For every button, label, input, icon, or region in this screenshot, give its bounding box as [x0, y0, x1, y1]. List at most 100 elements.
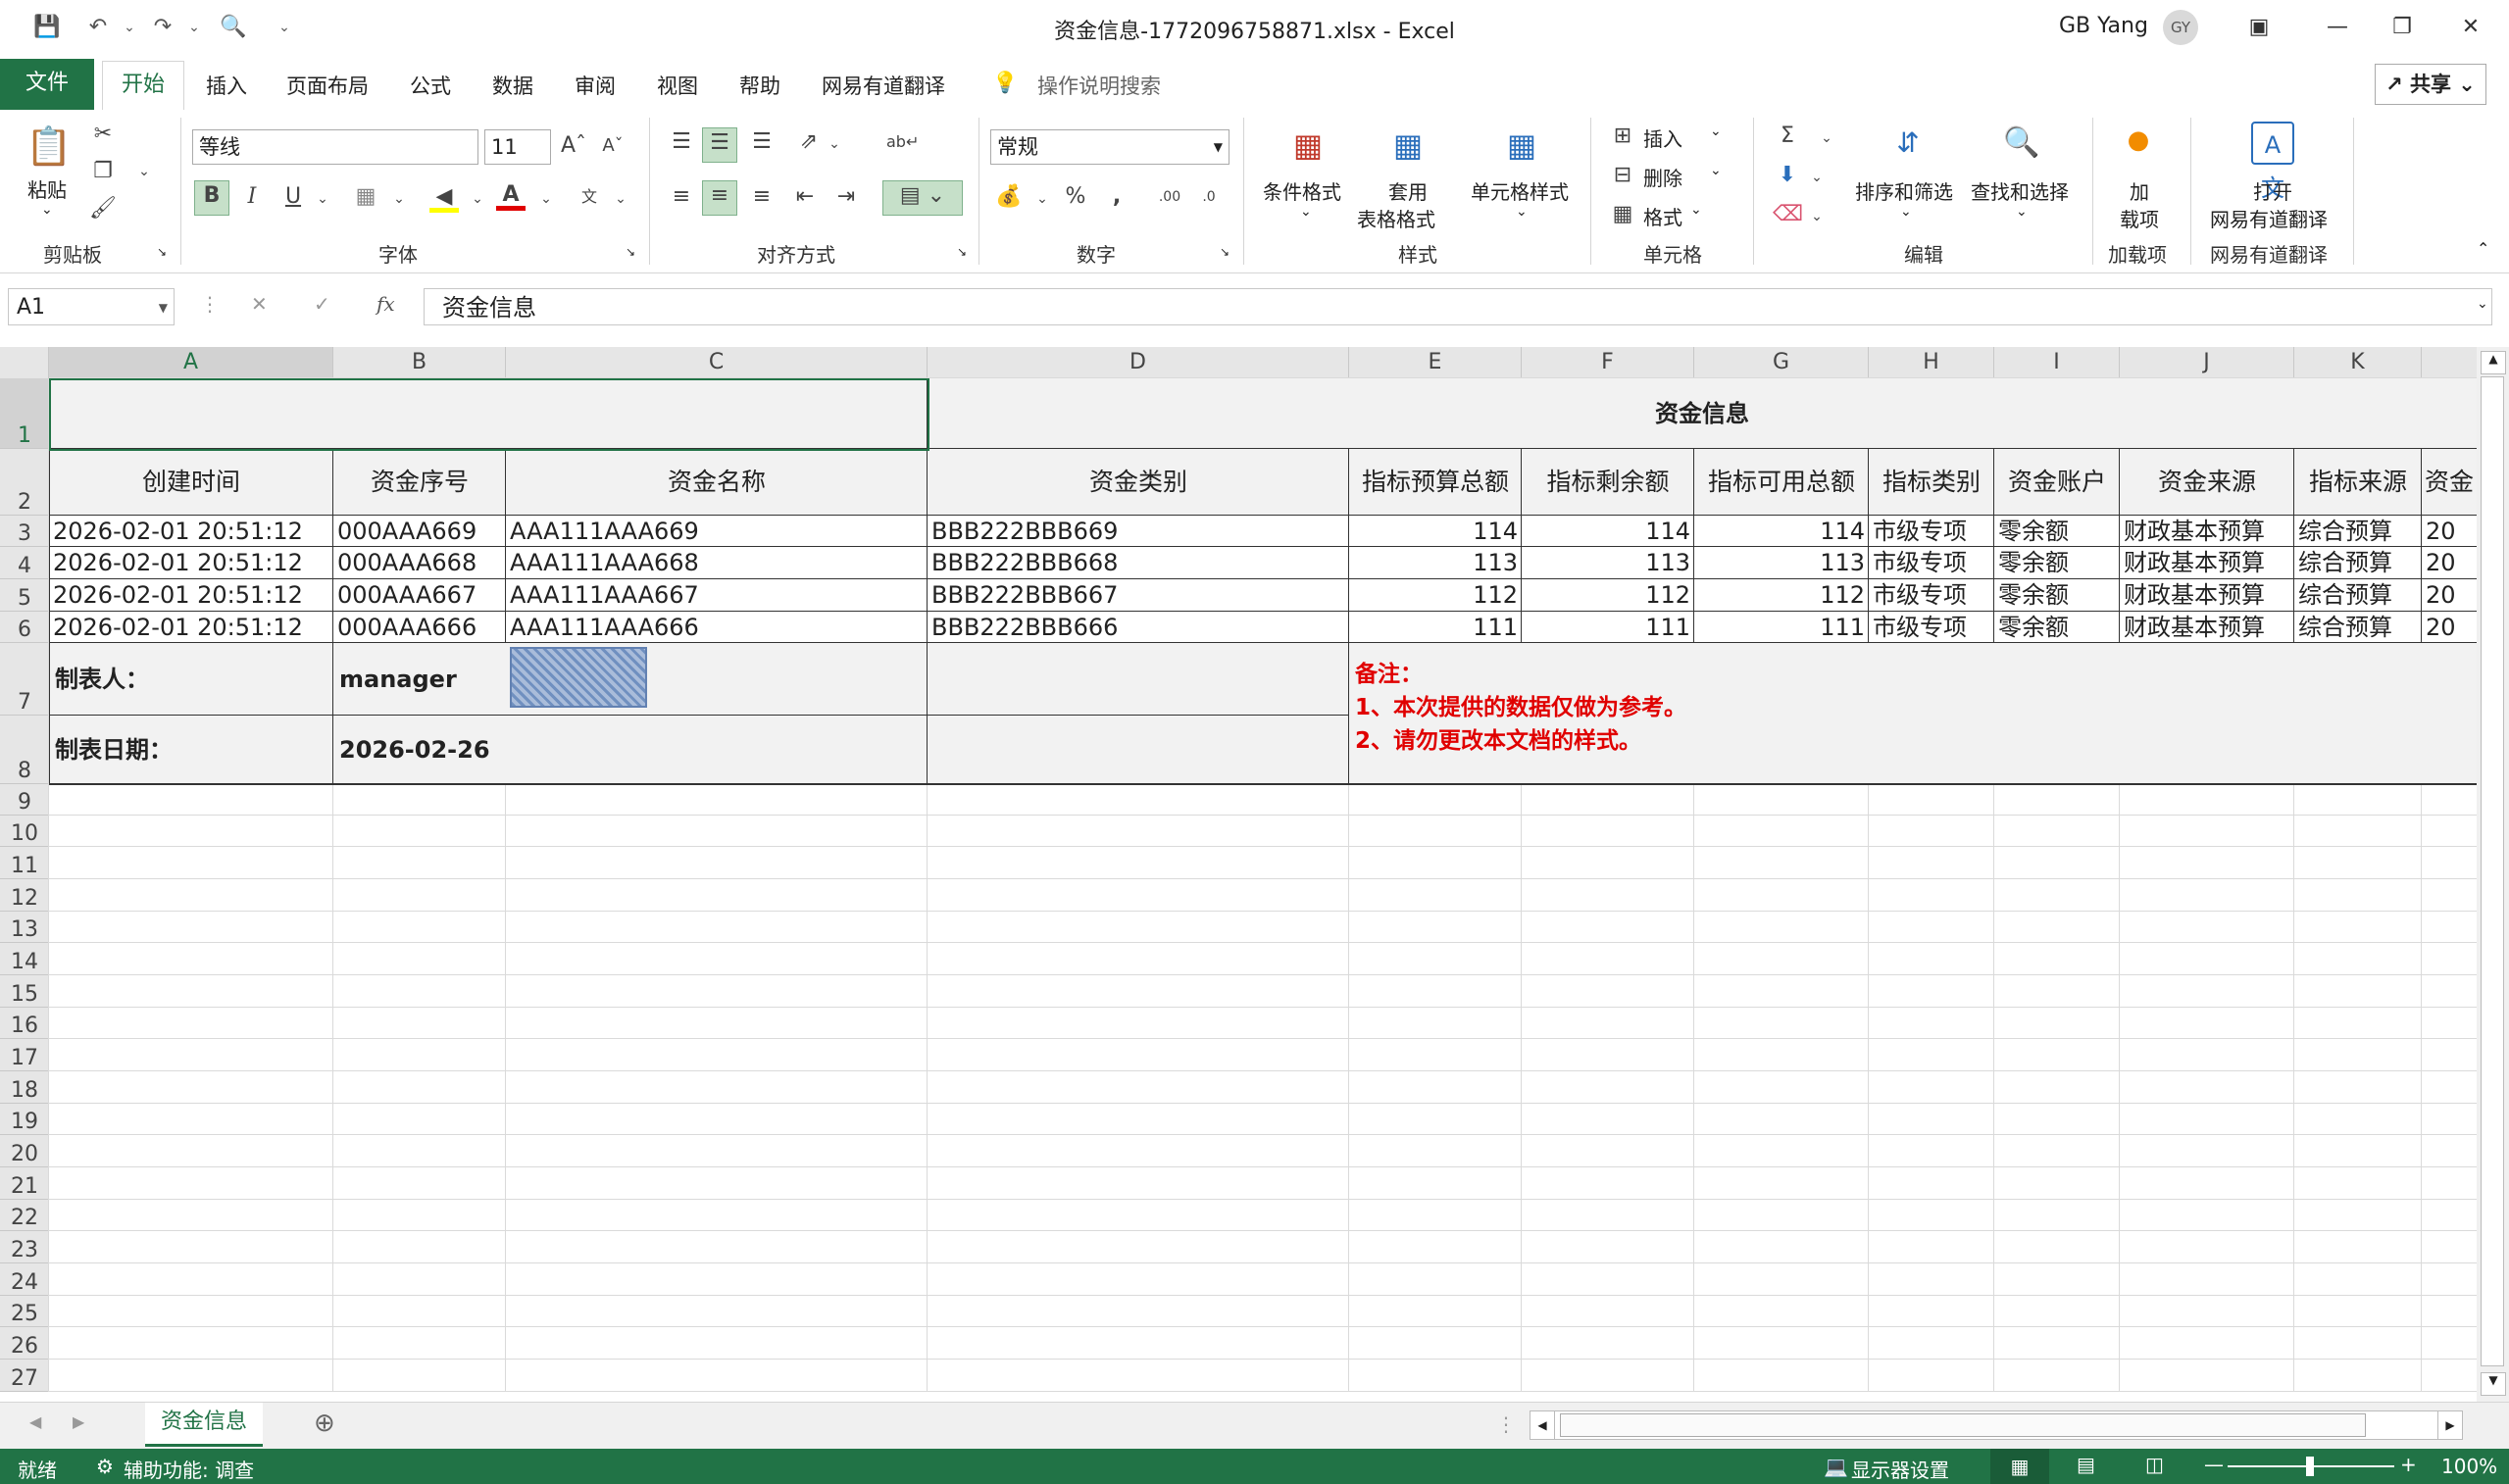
page-break-view-icon[interactable]: ◫	[2145, 1453, 2164, 1476]
header-cell[interactable]: 指标来源	[2294, 449, 2422, 516]
tab-insert[interactable]: 插入	[206, 71, 247, 100]
zoom-slider-thumb[interactable]	[2306, 1457, 2314, 1476]
minimize-icon[interactable]: —	[2318, 10, 2357, 45]
table-cell[interactable]: 111	[1353, 612, 1518, 643]
table-cell[interactable]: 114	[1353, 516, 1518, 547]
fill-icon[interactable]: ⬇	[1773, 161, 1802, 190]
row-header-2[interactable]: 2	[0, 449, 49, 516]
tab-help[interactable]: 帮助	[739, 71, 780, 100]
scroll-up-icon[interactable]: ▲	[2481, 351, 2506, 374]
table-cell[interactable]: BBB222BBB669	[931, 516, 1345, 547]
tab-page-layout[interactable]: 页面布局	[286, 71, 369, 100]
column-header-c[interactable]: C	[506, 347, 928, 378]
table-cell[interactable]: BBB222BBB667	[931, 579, 1345, 612]
table-cell[interactable]: 市级专项	[1873, 547, 1990, 579]
youdao-translate-label[interactable]: 网易有道翻译	[2210, 204, 2328, 232]
table-cell[interactable]: 综合预算	[2298, 579, 2418, 612]
underline-dropdown-icon[interactable]: ⌄	[308, 184, 337, 214]
align-bottom-icon[interactable]: ☰	[747, 127, 777, 157]
row-header-8[interactable]: 8	[0, 716, 49, 784]
formula-input[interactable]: 资金信息	[424, 288, 2492, 325]
row-header-14[interactable]: 14	[0, 943, 49, 975]
row-header-17[interactable]: 17	[0, 1039, 49, 1071]
format-as-table-label-2[interactable]: 表格格式	[1357, 204, 1435, 232]
header-cell[interactable]: 指标可用总额	[1694, 449, 1869, 516]
align-left-icon[interactable]: ≡	[667, 182, 696, 212]
zoom-in-icon[interactable]: +	[2400, 1453, 2417, 1476]
row-header-7[interactable]: 7	[0, 643, 49, 716]
header-cell[interactable]: 指标类别	[1869, 449, 1994, 516]
table-cell[interactable]: 综合预算	[2298, 547, 2418, 579]
table-cell[interactable]: 市级专项	[1873, 516, 1990, 547]
maker-value[interactable]: manager	[339, 643, 502, 716]
display-settings-button[interactable]: 显示器设置	[1851, 1455, 1949, 1483]
accessibility-status[interactable]: 辅助功能: 调查	[124, 1455, 254, 1483]
column-header-k[interactable]: K	[2294, 347, 2422, 378]
table-cell[interactable]: 2026-02-01 20:51:12	[53, 612, 329, 643]
row-header-3[interactable]: 3	[0, 516, 49, 547]
phonetic-dropdown-icon[interactable]: ⌄	[606, 184, 635, 214]
font-name-select[interactable]: 等线	[192, 129, 478, 165]
comma-style-icon[interactable]: ,	[1102, 182, 1131, 212]
clear-dropdown-icon[interactable]: ⌄	[1802, 202, 1832, 231]
prev-sheet-icon[interactable]: ◀	[29, 1412, 41, 1431]
table-cell[interactable]: 113	[1526, 547, 1690, 579]
scroll-left-icon[interactable]: ◀	[1530, 1411, 1555, 1439]
vertical-scrollbar[interactable]: ▲ ▼	[2477, 347, 2509, 1402]
percent-icon[interactable]: %	[1061, 182, 1090, 212]
column-header-e[interactable]: E	[1349, 347, 1522, 378]
insert-function-icon[interactable]: fx	[376, 292, 395, 316]
row-header-18[interactable]: 18	[0, 1071, 49, 1104]
insert-dropdown-icon[interactable]: ⌄	[1710, 124, 1722, 139]
collapse-ribbon-icon[interactable]: ⌃	[2477, 239, 2489, 258]
table-cell[interactable]: 113	[1353, 547, 1518, 579]
user-name[interactable]: GB Yang	[2059, 14, 2148, 38]
table-cell[interactable]: 20	[2426, 547, 2473, 579]
sort-filter-dropdown-icon[interactable]: ⌄	[1900, 204, 1912, 220]
tell-me-search[interactable]: 操作说明搜索	[1037, 71, 1161, 100]
find-select-dropdown-icon[interactable]: ⌄	[2016, 204, 2028, 220]
expand-formula-bar-icon[interactable]: ⌄	[2477, 296, 2488, 312]
align-middle-icon[interactable]: ☰	[702, 127, 737, 163]
alignment-launcher-icon[interactable]: ↘	[957, 245, 967, 259]
italic-button[interactable]: I	[237, 182, 267, 212]
signature-image[interactable]	[510, 647, 647, 708]
select-all-corner[interactable]	[0, 347, 49, 378]
table-cell[interactable]: 2026-02-01 20:51:12	[53, 579, 329, 612]
bold-button[interactable]: B	[194, 180, 229, 216]
table-cell[interactable]: 114	[1698, 516, 1865, 547]
table-cell[interactable]: 市级专项	[1873, 579, 1990, 612]
row-header-19[interactable]: 19	[0, 1104, 49, 1135]
table-cell[interactable]: 112	[1698, 579, 1865, 612]
row-header-25[interactable]: 25	[0, 1296, 49, 1327]
table-cell[interactable]: 111	[1698, 612, 1865, 643]
table-cell[interactable]: 000AAA667	[337, 579, 502, 612]
tab-file[interactable]: 文件	[0, 59, 94, 110]
tab-youdao[interactable]: 网易有道翻译	[822, 71, 945, 100]
delete-dropdown-icon[interactable]: ⌄	[1710, 163, 1722, 178]
phonetic-icon[interactable]: 文	[575, 182, 604, 212]
row-header-21[interactable]: 21	[0, 1167, 49, 1200]
font-launcher-icon[interactable]: ↘	[626, 245, 635, 259]
table-cell[interactable]: 114	[1526, 516, 1690, 547]
paste-dropdown-icon[interactable]: ⌄	[41, 202, 53, 218]
splitter-dots-icon[interactable]: ⋮	[1496, 1412, 1516, 1436]
align-top-icon[interactable]: ☰	[667, 127, 696, 157]
header-cell[interactable]: 创建时间	[49, 449, 333, 516]
table-cell[interactable]: AAA111AAA666	[510, 612, 924, 643]
table-cell[interactable]: BBB222BBB668	[931, 547, 1345, 579]
row-header-26[interactable]: 26	[0, 1327, 49, 1360]
conditional-format-dropdown-icon[interactable]: ⌄	[1300, 204, 1312, 220]
scroll-down-icon[interactable]: ▼	[2481, 1372, 2506, 1396]
date-value[interactable]: 2026-02-26	[339, 716, 924, 784]
fill-color-dropdown-icon[interactable]: ⌄	[463, 184, 492, 214]
note-title[interactable]: 备注：	[1355, 659, 2041, 692]
horizontal-scrollbar[interactable]: ◀ ▶	[1530, 1410, 2463, 1440]
table-cell[interactable]: 20	[2426, 612, 2473, 643]
tab-review[interactable]: 审阅	[575, 71, 616, 100]
confirm-entry-icon[interactable]: ✓	[314, 292, 330, 316]
decrease-font-icon[interactable]: Aˇ	[598, 131, 627, 161]
zoom-level[interactable]: 100%	[2441, 1455, 2497, 1478]
scroll-right-icon[interactable]: ▶	[2437, 1411, 2462, 1439]
row-header-20[interactable]: 20	[0, 1135, 49, 1167]
